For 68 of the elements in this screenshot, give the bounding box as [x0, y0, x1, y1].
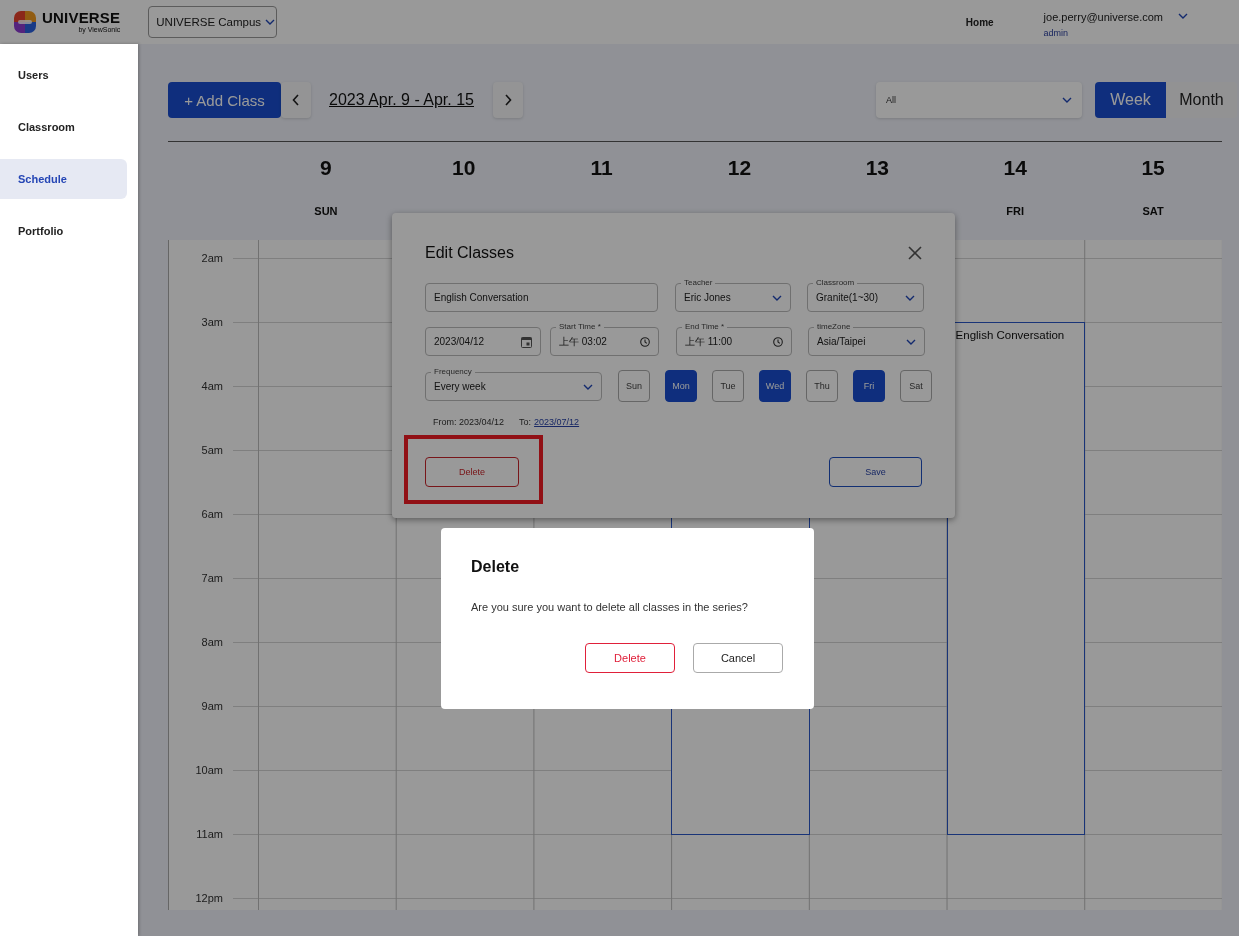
- hour-label: 4am: [201, 380, 223, 392]
- day-number: 15: [1141, 156, 1165, 180]
- chevron-down-icon: [905, 294, 915, 301]
- chevron-down-icon: [583, 383, 593, 390]
- clock-icon: [640, 336, 650, 347]
- sidebar-item[interactable]: Schedule: [0, 159, 127, 199]
- hour-label: 11am: [196, 828, 223, 840]
- weekday-toggle[interactable]: Thu: [806, 370, 838, 402]
- sidebar-item[interactable]: Classroom: [0, 107, 127, 147]
- day-number: 12: [727, 156, 752, 180]
- chevron-down-icon: [906, 338, 916, 345]
- end-date-label: To:: [519, 417, 532, 427]
- logo-wordmark: UNIVERSE: [42, 10, 121, 26]
- hour-label: 7am: [201, 572, 223, 584]
- previous-week-button[interactable]: [281, 82, 311, 118]
- hour-label: 10am: [195, 764, 223, 776]
- weekday-toggle[interactable]: Tue: [712, 370, 744, 402]
- hour-label: 5am: [201, 444, 223, 456]
- chevron-left-icon: [292, 94, 300, 106]
- chevron-down-icon: [772, 294, 782, 301]
- calendar-icon: [521, 335, 532, 348]
- day-number: 11: [590, 156, 613, 180]
- day-number: 10: [452, 156, 476, 180]
- start-date-text: From: 2023/04/12: [433, 417, 505, 427]
- weekday-toggle[interactable]: Fri: [853, 370, 885, 402]
- hour-label: 2am: [201, 252, 223, 264]
- dialog-message: Are you sure you want to delete all classes in the series?: [471, 600, 749, 614]
- dialog-title: Delete: [471, 558, 521, 576]
- sidebar-item[interactable]: Portfolio: [0, 211, 127, 251]
- clock-icon: [773, 336, 783, 347]
- hour-label: 8am: [201, 636, 223, 648]
- hour-label: 9am: [201, 700, 223, 712]
- chevron-down-icon: [265, 19, 276, 25]
- campus-select[interactable]: UNIVERSE Campus: [148, 6, 278, 38]
- chevron-down-icon: [1062, 97, 1072, 103]
- hour-label: 6am: [201, 508, 223, 520]
- filter-select[interactable]: All: [876, 82, 1082, 118]
- cancel-button[interactable]: Cancel: [693, 643, 783, 673]
- home-link[interactable]: Home: [965, 16, 994, 28]
- day-number: 14: [1003, 156, 1027, 180]
- weekday-toggle[interactable]: Sun: [618, 370, 650, 402]
- day-number: 9: [320, 156, 332, 180]
- weekday-toggle[interactable]: Wed: [759, 370, 791, 402]
- delete-button[interactable]: Delete: [425, 457, 519, 487]
- view-toggle[interactable]: Week: [1095, 82, 1166, 118]
- user-role: admin: [1043, 27, 1070, 38]
- end-date-link[interactable]: 2023/07/12: [534, 417, 580, 427]
- weekday-label: SUN: [314, 205, 338, 217]
- calendar-event[interactable]: English Conversation: [946, 322, 1086, 835]
- dialog-title: Edit Classes: [425, 244, 514, 262]
- weekday-label: SAT: [1142, 205, 1164, 217]
- logo-icon: [14, 11, 36, 33]
- add-class-button[interactable]: + Add Class: [168, 82, 281, 118]
- chevron-down-icon: [1178, 13, 1188, 19]
- close-icon[interactable]: [908, 246, 922, 260]
- chevron-right-icon: [504, 94, 512, 106]
- sidebar-item[interactable]: Users: [0, 55, 127, 95]
- date-range-link[interactable]: 2023 Apr. 9 - Apr. 15: [329, 91, 474, 109]
- delete-button[interactable]: Delete: [585, 643, 675, 673]
- hour-label: 3am: [201, 316, 223, 328]
- save-button[interactable]: Save: [829, 457, 922, 487]
- weekday-toggle[interactable]: Sat: [900, 370, 932, 402]
- next-week-button[interactable]: [493, 82, 523, 118]
- weekday-label: FRI: [1006, 205, 1025, 217]
- day-number: 13: [865, 156, 890, 180]
- hour-label: 12pm: [195, 892, 223, 904]
- weekday-toggle[interactable]: Mon: [665, 370, 697, 402]
- user-email: joe.perry@universe.com: [1043, 10, 1163, 23]
